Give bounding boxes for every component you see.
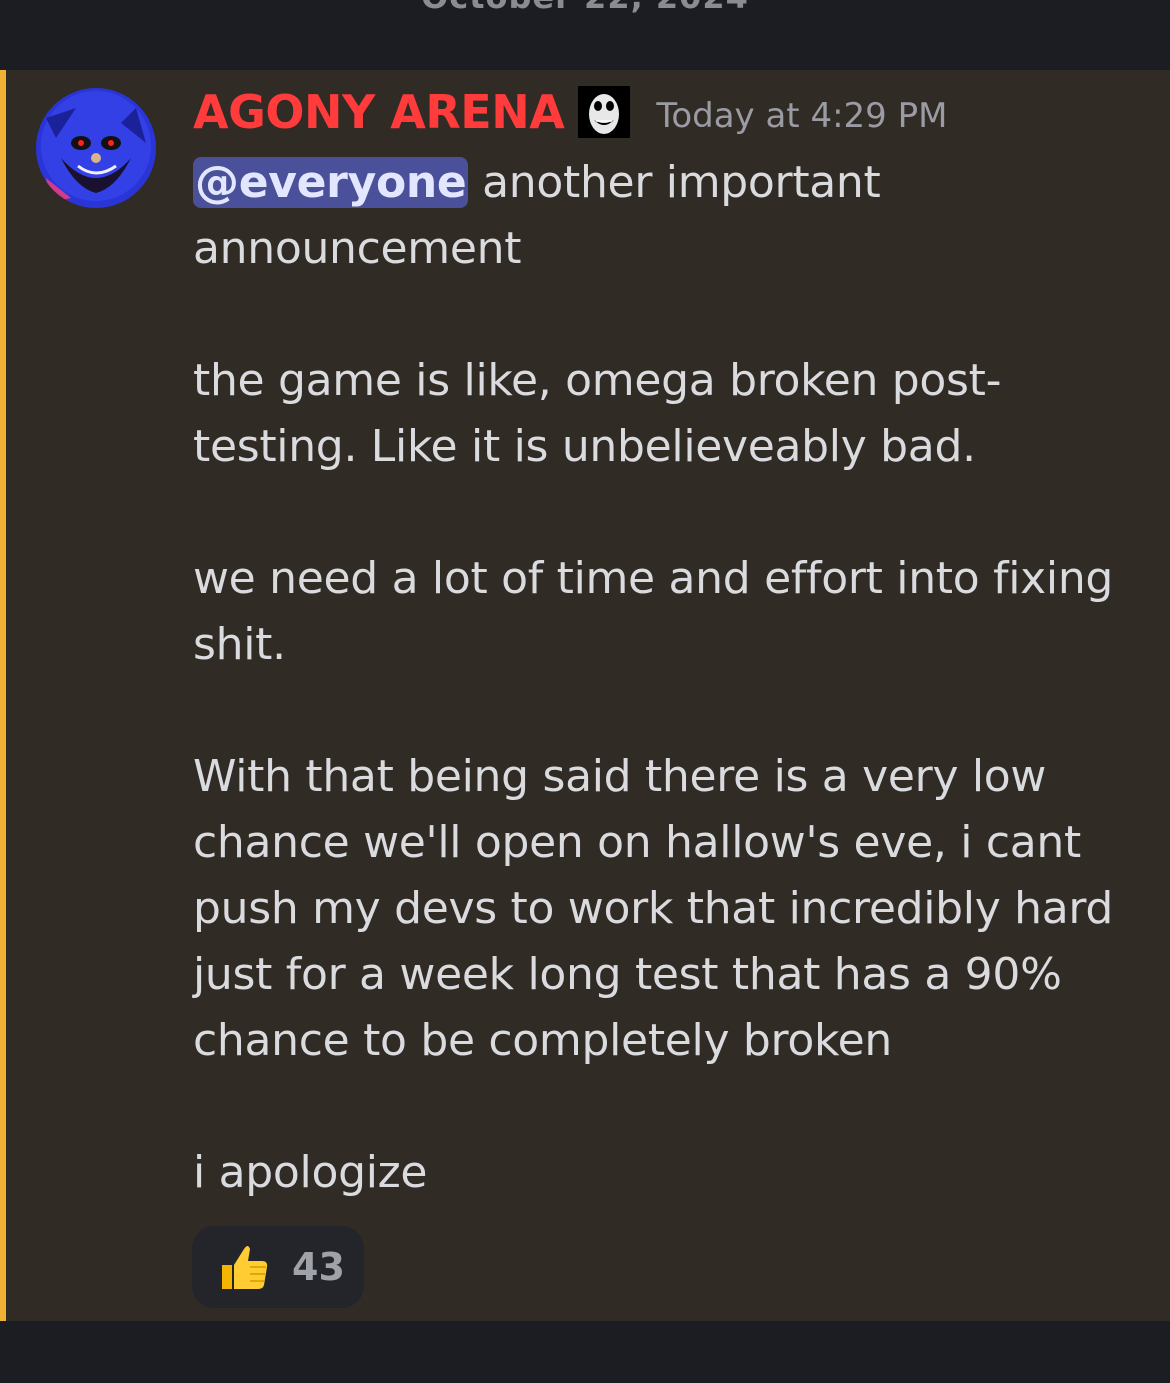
date-divider: October 22, 2024: [0, 0, 1170, 70]
thumbs-up-icon: [216, 1239, 272, 1295]
avatar-image: [36, 88, 156, 208]
reaction-count: 43: [292, 1245, 345, 1289]
message-content: @everyone another important announcement…: [193, 150, 1123, 1206]
avatar[interactable]: [36, 88, 156, 208]
message[interactable]: AGONY ARENA Today at 4:29 PM @everyone a…: [0, 70, 1170, 1321]
message-paragraph: @everyone another important announcement: [193, 150, 1123, 282]
creepy-face-icon[interactable]: [578, 86, 631, 138]
message-paragraph: we need a lot of time and effort into fi…: [193, 553, 1114, 670]
author-name[interactable]: AGONY ARENA: [193, 85, 565, 139]
message-timestamp[interactable]: Today at 4:29 PM: [656, 96, 947, 136]
message-header: AGONY ARENA Today at 4:29 PM: [193, 82, 947, 142]
message-paragraph: the game is like, omega broken post-test…: [193, 355, 1002, 472]
message-paragraph: With that being said there is a very low…: [193, 751, 1114, 1066]
reaction-thumbs-up[interactable]: 43: [192, 1226, 364, 1308]
message-paragraph: i apologize: [193, 1147, 428, 1198]
date-divider-label: October 22, 2024: [0, 0, 1170, 16]
everyone-mention[interactable]: @everyone: [193, 157, 469, 208]
mention-highlight-bar: [0, 70, 6, 1321]
